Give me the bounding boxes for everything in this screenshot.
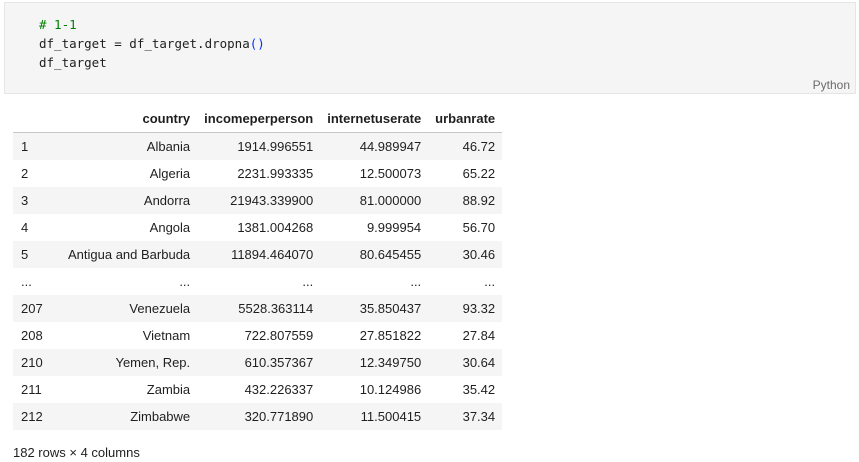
- cell-country: ...: [179, 274, 191, 289]
- cell-language-label[interactable]: Python: [813, 78, 850, 92]
- cell-country: Zambia: [146, 382, 191, 397]
- table-row: 208 Vietnam 722.807559 27.851822 27.84: [13, 322, 502, 349]
- cell-urbanrate: ...: [484, 274, 496, 289]
- row-index: 210: [13, 349, 61, 376]
- row-index: 1: [13, 132, 61, 160]
- cell-internetuserate: 80.645455: [320, 241, 429, 268]
- table-row: 1 Albania 1914.996551 44.989947 46.72: [13, 132, 503, 160]
- code-cell[interactable]: # 1-1 df_target = df_target.dropna() df_…: [4, 2, 856, 94]
- cell-country: Andorra: [61, 187, 198, 214]
- code-line-output: df_target: [39, 55, 107, 70]
- table-row: 211 Zambia 432.226337 10.124986 35.42: [13, 376, 502, 403]
- cell-country: Venezuela: [61, 295, 198, 322]
- cell-internetuserate: 12.500073: [359, 166, 422, 181]
- row-index: 3: [13, 187, 61, 214]
- cell-internetuserate: 11.500415: [320, 403, 429, 430]
- cell-internetuserate: 9.999954: [366, 220, 422, 235]
- cell-urbanrate: 65.22: [462, 166, 496, 181]
- cell-incomeperperson: 21943.339900: [197, 187, 321, 214]
- dataframe-table: country incomeperperson internetuserate …: [13, 105, 503, 430]
- cell-incomeperperson: 1381.004268: [237, 220, 314, 235]
- row-index: 2: [21, 166, 29, 181]
- table-row: 2 Algeria 2231.993335 12.500073 65.22: [13, 160, 502, 187]
- row-index: 208: [21, 328, 43, 343]
- row-index: 207: [13, 295, 61, 322]
- cell-internetuserate: 81.000000: [320, 187, 429, 214]
- cell-urbanrate: 30.46: [428, 241, 503, 268]
- cell-incomeperperson: 2231.993335: [237, 166, 314, 181]
- cell-incomeperperson: 11894.464070: [197, 241, 321, 268]
- cell-internetuserate: 44.989947: [320, 132, 429, 160]
- cell-country: Antigua and Barbuda: [61, 241, 198, 268]
- cell-country: Vietnam: [142, 328, 191, 343]
- cell-country: Algeria: [149, 166, 191, 181]
- cell-incomeperperson: 1914.996551: [197, 132, 321, 160]
- cell-internetuserate: 35.850437: [320, 295, 429, 322]
- cell-urbanrate: 56.70: [462, 220, 496, 235]
- code-comment: # 1-1: [39, 17, 77, 32]
- table-row-ellipsis: ... ... ... ... ...: [13, 268, 502, 295]
- cell-urbanrate: 30.64: [428, 349, 503, 376]
- cell-urbanrate: 88.92: [428, 187, 503, 214]
- cell-incomeperperson: ...: [302, 274, 314, 289]
- column-header-internetuserate: internetuserate: [320, 105, 429, 133]
- cell-country: Albania: [61, 132, 198, 160]
- code-line-dropna: df_target = df_target.dropna: [39, 36, 250, 51]
- cell-incomeperperson: 610.357367: [197, 349, 321, 376]
- cell-internetuserate: 12.349750: [320, 349, 429, 376]
- row-index: 211: [21, 382, 42, 397]
- cell-internetuserate: 27.851822: [359, 328, 422, 343]
- dataframe-shape-note: 182 rows × 4 columns: [13, 445, 140, 460]
- cell-internetuserate: ...: [410, 274, 422, 289]
- cell-incomeperperson: 722.807559: [244, 328, 314, 343]
- code-editor[interactable]: # 1-1 df_target = df_target.dropna() df_…: [39, 15, 265, 72]
- cell-urbanrate: 27.84: [462, 328, 496, 343]
- table-row: 212 Zimbabwe 320.771890 11.500415 37.34: [13, 403, 503, 430]
- table-row: 4 Angola 1381.004268 9.999954 56.70: [13, 214, 502, 241]
- cell-internetuserate: 10.124986: [359, 382, 422, 397]
- cell-country: Zimbabwe: [61, 403, 198, 430]
- cell-output: country incomeperperson internetuserate …: [13, 105, 503, 430]
- column-header-country: country: [61, 105, 198, 133]
- cell-urbanrate: 35.42: [462, 382, 496, 397]
- cell-urbanrate: 37.34: [428, 403, 503, 430]
- cell-country: Yemen, Rep.: [61, 349, 198, 376]
- cell-incomeperperson: 320.771890: [197, 403, 321, 430]
- table-row: 5 Antigua and Barbuda 11894.464070 80.64…: [13, 241, 503, 268]
- table-row: 3 Andorra 21943.339900 81.000000 88.92: [13, 187, 503, 214]
- row-index: 212: [13, 403, 61, 430]
- cell-incomeperperson: 5528.363114: [197, 295, 321, 322]
- row-index: ...: [21, 274, 32, 289]
- column-header-index: [13, 105, 61, 133]
- code-paren: (): [249, 36, 265, 51]
- column-header-urbanrate: urbanrate: [428, 105, 503, 133]
- column-header-incomeperperson: incomeperperson: [197, 105, 321, 133]
- table-header-row: country incomeperperson internetuserate …: [13, 105, 503, 133]
- row-index: 5: [13, 241, 61, 268]
- cell-country: Angola: [149, 220, 191, 235]
- row-index: 4: [21, 220, 29, 235]
- cell-incomeperperson: 432.226337: [244, 382, 314, 397]
- table-row: 210 Yemen, Rep. 610.357367 12.349750 30.…: [13, 349, 503, 376]
- cell-urbanrate: 93.32: [428, 295, 503, 322]
- table-row: 207 Venezuela 5528.363114 35.850437 93.3…: [13, 295, 503, 322]
- cell-urbanrate: 46.72: [428, 132, 503, 160]
